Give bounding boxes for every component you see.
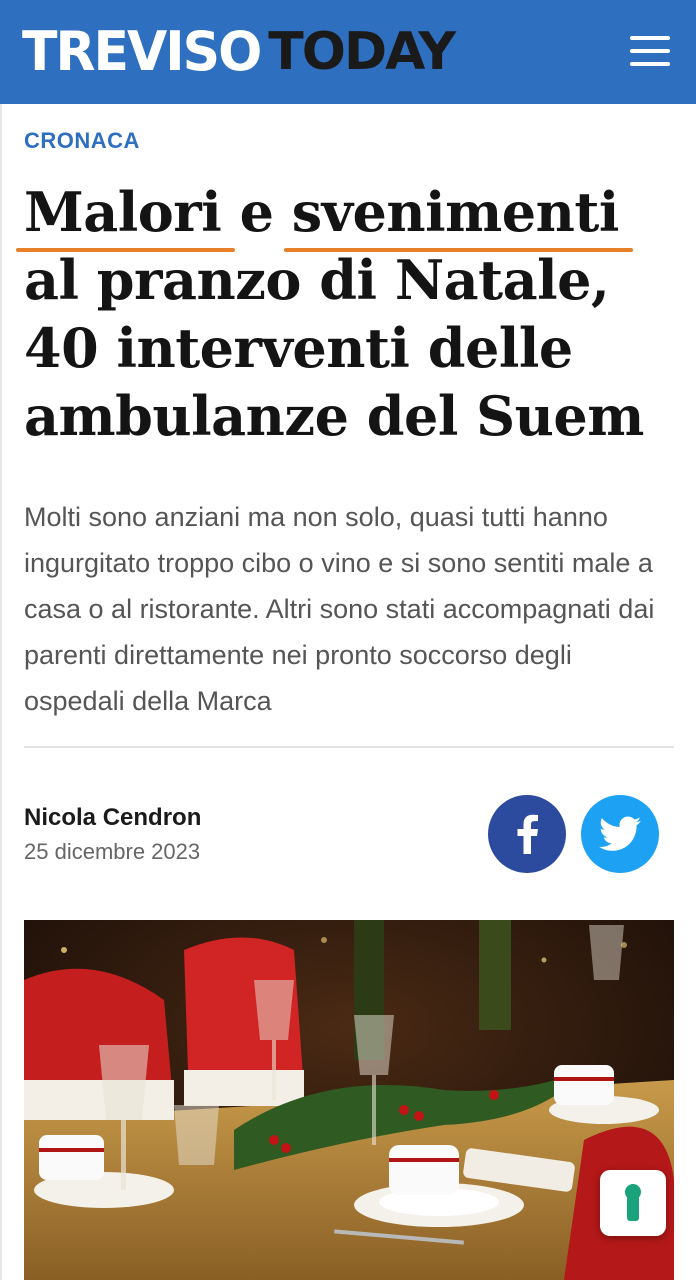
privacy-settings-button[interactable] [600, 1170, 666, 1236]
logo-treviso: TREVISO [22, 20, 262, 84]
article-subtitle: Molti sono anziani ma non solo, quasi tu… [24, 502, 655, 716]
headline-highlight-malori: Malori [15, 180, 236, 252]
headline-highlight-svenimenti: svenimenti [283, 180, 634, 252]
site-logo[interactable]: TREVISO TODAY [22, 20, 456, 84]
publish-date: 25 dicembre 2023 [24, 839, 201, 864]
headline-line-4: ambulanze del Suem [24, 384, 644, 448]
facebook-share-button[interactable] [488, 795, 566, 873]
keyhole-icon [625, 1184, 641, 1221]
headline-line-3: 40 interventi delle [24, 316, 573, 380]
facebook-icon [517, 814, 538, 854]
article-category-link[interactable]: CRONACA [24, 128, 140, 154]
headline-conjunction: e [239, 180, 274, 244]
page-edge-divider [0, 104, 2, 1280]
christmas-table-photo [24, 920, 674, 1280]
section-divider [24, 746, 674, 748]
headline-line-2: al pranzo di Natale, [24, 248, 610, 312]
author-name[interactable]: Nicola Cendron [24, 804, 201, 832]
logo-today: TODAY [268, 22, 456, 82]
twitter-share-button[interactable] [581, 795, 659, 873]
article-hero-image [24, 920, 674, 1280]
site-header: TREVISO TODAY [0, 0, 696, 104]
article-headline: Malori e svenimenti al pranzo di Natale,… [15, 178, 674, 450]
menu-icon[interactable] [630, 36, 670, 66]
twitter-icon [599, 816, 641, 851]
